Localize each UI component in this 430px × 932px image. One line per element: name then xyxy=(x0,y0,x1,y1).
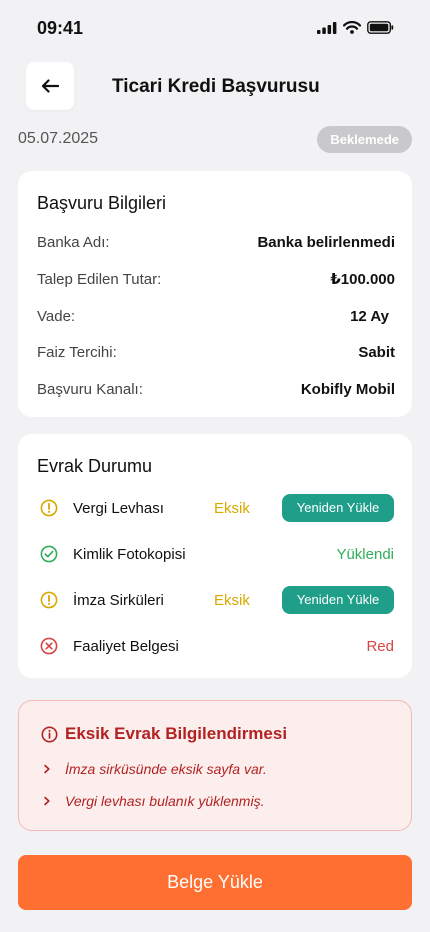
doc-name: Faaliyet Belgesi xyxy=(73,637,179,655)
doc-name: Vergi Levhası xyxy=(73,499,164,517)
info-row-bank: Banka Adı: Banka belirlenmedi xyxy=(37,230,395,254)
status-time: 09:41 xyxy=(37,18,84,38)
status-icons xyxy=(317,21,394,34)
alert-item-text: İmza sirküsünde eksik sayfa var. xyxy=(65,761,267,777)
doc-row-id-copy: Kimlik Fotokopisi Yüklendi xyxy=(40,540,394,568)
chevron-right-icon xyxy=(43,761,57,777)
doc-status-uploaded: Yüklendi xyxy=(336,545,394,563)
info-label: Faiz Tercihi: xyxy=(37,343,117,361)
header: Ticari Kredi Başvurusu xyxy=(0,62,430,114)
doc-row-signature-circular: İmza Sirküleri Eksik Yeniden Yükle xyxy=(40,586,394,614)
alert-item: Vergi levhası bulanık yüklenmiş. xyxy=(43,793,264,809)
doc-name: İmza Sirküleri xyxy=(73,591,164,609)
page-title: Ticari Kredi Başvurusu xyxy=(112,76,320,97)
back-button[interactable] xyxy=(26,62,74,110)
upload-document-button[interactable]: Belge Yükle xyxy=(18,855,412,910)
status-bar: 09:41 xyxy=(0,0,430,60)
card-title: Evrak Durumu xyxy=(37,456,153,476)
info-value: Sabit xyxy=(358,343,395,361)
info-row-amount: Talep Edilen Tutar: ₺100.000 xyxy=(37,267,395,291)
reupload-button[interactable]: Yeniden Yükle xyxy=(282,494,394,522)
status-badge: Beklemede xyxy=(317,126,412,153)
alert-item-text: Vergi levhası bulanık yüklenmiş. xyxy=(65,793,265,809)
doc-status-missing: Eksik xyxy=(214,591,250,609)
info-label: Vade: xyxy=(37,307,76,325)
info-label: Başvuru Kanalı: xyxy=(37,380,143,398)
info-label: Talep Edilen Tutar: xyxy=(37,270,162,288)
missing-docs-alert: Eksik Evrak Bilgilendirmesi İmza sirküsü… xyxy=(18,700,412,831)
document-status-card: Evrak Durumu Vergi Levhası Eksik Yeniden… xyxy=(18,434,412,678)
cellular-signal-icon xyxy=(317,21,337,34)
info-value: ₺100.000 xyxy=(330,271,395,288)
card-title: Başvuru Bilgileri xyxy=(37,193,167,213)
doc-status-rejected: Red xyxy=(366,637,394,655)
doc-status-missing: Eksik xyxy=(214,499,250,517)
info-value: Kobifly Mobil xyxy=(300,380,395,398)
battery-icon xyxy=(367,21,394,34)
warning-icon xyxy=(40,499,58,517)
warning-icon xyxy=(40,591,58,609)
info-icon xyxy=(41,726,58,743)
doc-row-tax-plate: Vergi Levhası Eksik Yeniden Yükle xyxy=(40,494,394,522)
reupload-button[interactable]: Yeniden Yükle xyxy=(282,586,394,614)
wifi-icon xyxy=(343,21,361,34)
arrow-left-icon xyxy=(41,79,59,93)
x-circle-icon xyxy=(40,637,58,655)
application-info-card: Başvuru Bilgileri Banka Adı: Banka belir… xyxy=(18,171,412,417)
alert-title: Eksik Evrak Bilgilendirmesi xyxy=(65,724,288,743)
info-value: Banka belirlenmedi xyxy=(257,233,395,251)
info-label: Banka Adı: xyxy=(37,233,110,251)
alert-item: İmza sirküsünde eksik sayfa var. xyxy=(43,761,267,777)
info-value: 12 Ay xyxy=(350,307,389,325)
info-row-interest: Faiz Tercihi: Sabit xyxy=(37,340,395,364)
doc-row-activity-certificate: Faaliyet Belgesi Red xyxy=(40,632,394,660)
application-date: 05.07.2025 xyxy=(18,130,99,147)
info-row-term: Vade: 12 Ay xyxy=(37,304,395,328)
chevron-right-icon xyxy=(43,793,57,809)
check-circle-icon xyxy=(40,545,58,563)
info-row-channel: Başvuru Kanalı: Kobifly Mobil xyxy=(37,377,395,401)
doc-name: Kimlik Fotokopisi xyxy=(73,545,186,563)
